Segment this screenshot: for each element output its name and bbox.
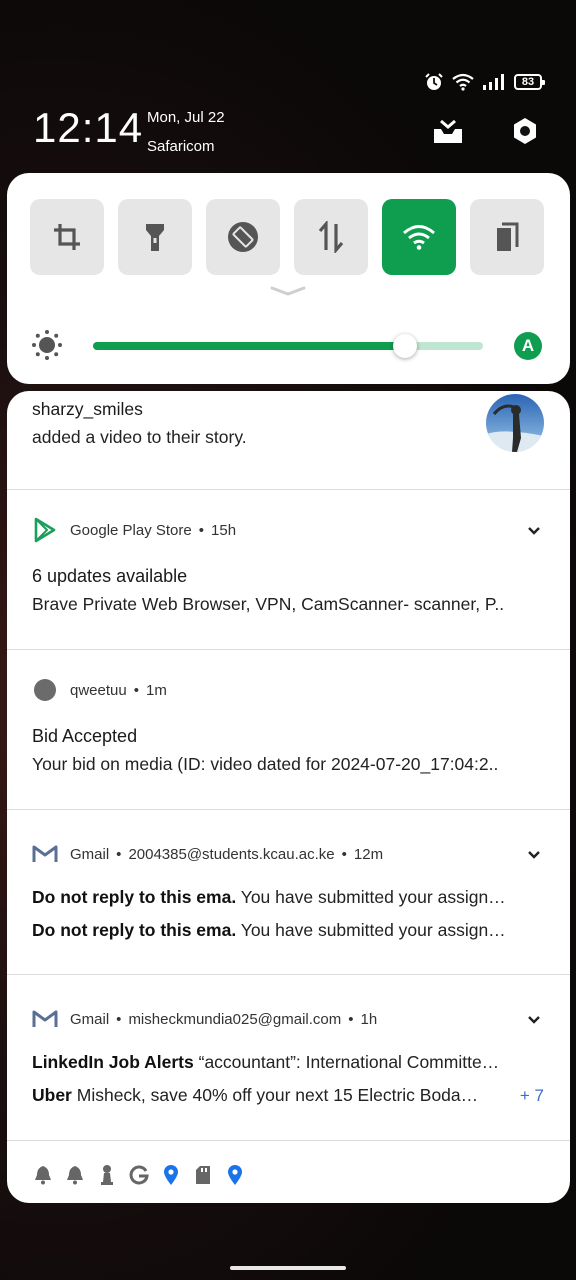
wifi-icon	[403, 225, 435, 250]
notification-panel: sharzy_smiles added a video to their sto…	[7, 391, 570, 1203]
location-pin-icon	[224, 1164, 246, 1186]
notification-tray	[32, 1164, 246, 1186]
notification-time: 1m	[145, 681, 167, 699]
notification-header: Gmail • 2004385@students.kcau.ac.ke • 12…	[32, 841, 383, 867]
brightness-slider-fill	[93, 342, 405, 350]
tile-reading-mode[interactable]	[470, 199, 544, 275]
email-line: Do not reply to this ema. You have submi…	[32, 920, 542, 941]
notification-qweetuu[interactable]: qweetuu • 1m Bid Accepted Your bid on me…	[7, 650, 570, 810]
reading-mode-icon	[497, 222, 519, 251]
settings-button[interactable]	[508, 114, 542, 148]
sd-card-icon	[192, 1164, 214, 1186]
email-snippet: Misheck, save 40% off your next 15 Elect…	[76, 1085, 479, 1105]
signal-icon	[483, 74, 504, 90]
email-snippet: You have submitted your assign…	[240, 887, 506, 907]
tile-mobile-data[interactable]	[294, 199, 368, 275]
email-snippet: You have submitted your assign…	[240, 920, 506, 940]
auto-rotate-icon	[228, 222, 258, 252]
brightness-slider[interactable]	[93, 334, 483, 358]
separator-dot: •	[198, 521, 205, 539]
alarm-icon	[425, 73, 443, 90]
notification-gmail-2[interactable]: Gmail • misheckmundia025@gmail.com • 1h …	[7, 975, 570, 1141]
clear-all-button[interactable]	[431, 114, 465, 148]
bell-icon	[32, 1164, 54, 1186]
bell-icon	[64, 1164, 86, 1186]
notification-title: sharzy_smiles	[32, 399, 143, 419]
chevron-down-icon[interactable]	[526, 1012, 542, 1028]
notification-body: Brave Private Web Browser, VPN, CamScann…	[32, 594, 505, 614]
chevron-down-icon[interactable]	[526, 847, 542, 863]
email-line: LinkedIn Job Alerts “accountant”: Intern…	[32, 1052, 542, 1073]
email-sender: LinkedIn Job Alerts	[32, 1052, 194, 1072]
account-email: misheckmundia025@gmail.com	[128, 1010, 342, 1028]
notification-gmail-1[interactable]: Gmail • 2004385@students.kcau.ac.ke • 12…	[7, 810, 570, 975]
app-name: Gmail	[70, 1010, 110, 1028]
notification-body: Your bid on media (ID: video dated for 2…	[32, 754, 499, 774]
location-pin-icon	[160, 1164, 182, 1186]
gmail-icon	[32, 1006, 58, 1032]
play-store-icon	[32, 517, 58, 543]
notification-time: 1h	[360, 1010, 378, 1028]
email-snippet: “accountant”: International Committe…	[198, 1052, 500, 1072]
avatar-image	[486, 394, 544, 452]
date: Mon, Jul 22	[147, 109, 225, 126]
notification-title: Bid Accepted	[32, 726, 138, 746]
separator-dot: •	[348, 1010, 354, 1028]
carrier-name: Safaricom	[147, 138, 215, 155]
tile-flashlight[interactable]	[118, 199, 192, 275]
email-sender: Do not reply to this ema.	[32, 920, 237, 940]
app-name: qweetuu	[70, 681, 127, 699]
notification-body: added a video to their story.	[32, 427, 247, 447]
notification-story[interactable]: sharzy_smiles added a video to their sto…	[7, 391, 570, 490]
settings-icon	[514, 118, 536, 144]
tile-wifi[interactable]	[382, 199, 456, 275]
auto-brightness-button[interactable]: A	[514, 332, 542, 360]
app-name: Gmail	[70, 845, 110, 863]
notification-header: Gmail • misheckmundia025@gmail.com • 1h	[32, 1006, 377, 1032]
flashlight-icon	[146, 224, 164, 251]
tile-auto-rotate[interactable]	[206, 199, 280, 275]
app-name: Google Play Store	[70, 521, 192, 539]
brightness-icon	[32, 330, 62, 360]
google-icon	[128, 1164, 150, 1186]
quick-settings-panel: A	[7, 173, 570, 384]
brightness-slider-thumb[interactable]	[393, 334, 417, 358]
status-icons: 83	[424, 72, 545, 92]
wifi-icon	[452, 73, 474, 91]
home-indicator[interactable]	[230, 1266, 346, 1270]
email-sender: Do not reply to this ema.	[32, 887, 237, 907]
separator-dot: •	[133, 681, 139, 699]
separator-dot: •	[116, 845, 122, 863]
notification-title: 6 updates available	[32, 566, 188, 586]
email-sender: Uber	[32, 1085, 72, 1105]
account-email: 2004385@students.kcau.ac.ke	[128, 845, 335, 863]
chess-pawn-icon	[96, 1164, 118, 1186]
email-line: Uber Misheck, save 40% off your next 15 …	[32, 1085, 510, 1106]
notification-header: qweetuu • 1m	[32, 677, 167, 703]
clear-all-icon	[434, 119, 462, 143]
clock: 12:14	[33, 104, 144, 151]
notification-header: Google Play Store • 15h	[32, 517, 236, 543]
chevron-down-icon[interactable]	[526, 523, 542, 539]
expand-handle[interactable]	[270, 285, 306, 297]
separator-dot: •	[116, 1010, 122, 1028]
more-count-badge[interactable]: + 7	[520, 1086, 544, 1106]
gmail-icon	[32, 841, 58, 867]
email-line: Do not reply to this ema. You have submi…	[32, 887, 542, 908]
avatar	[486, 394, 544, 452]
notification-play-store[interactable]: Google Play Store • 15h 6 updates availa…	[7, 490, 570, 650]
tile-screenshot[interactable]	[30, 199, 104, 275]
notification-time: 15h	[211, 521, 237, 539]
separator-dot: •	[341, 845, 347, 863]
app-circle-icon	[32, 677, 58, 703]
mobile-data-icon	[318, 221, 344, 253]
battery-indicator: 83	[514, 74, 545, 90]
notification-time: 12m	[353, 845, 384, 863]
screenshot-crop-icon	[54, 224, 80, 250]
